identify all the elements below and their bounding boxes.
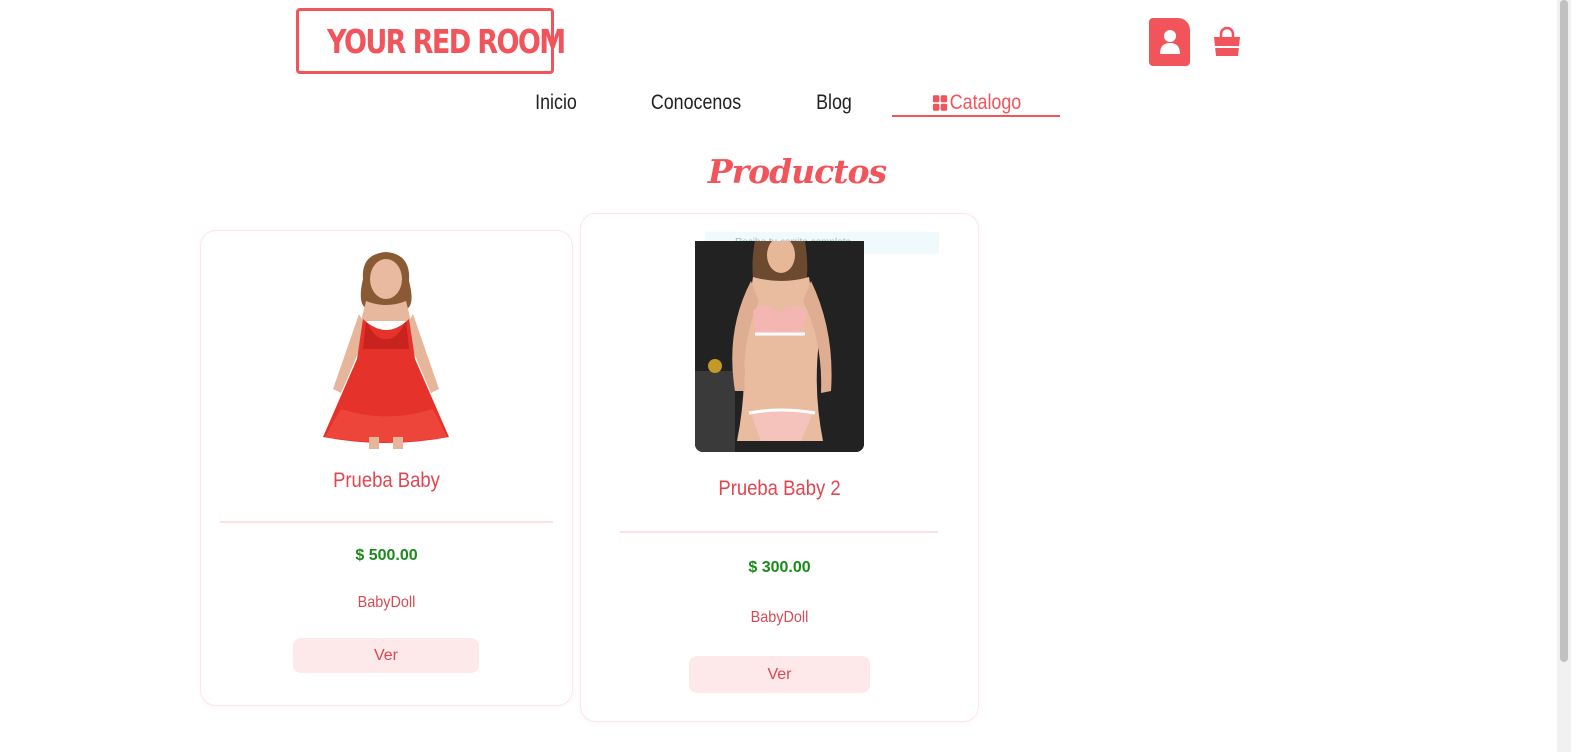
product-category[interactable]: BabyDoll: [220, 594, 554, 612]
cart-button[interactable]: [1211, 26, 1243, 58]
product-category[interactable]: BabyDoll: [601, 609, 958, 627]
nav-blog[interactable]: Blog: [810, 88, 858, 118]
view-product-button[interactable]: Ver: [293, 638, 479, 673]
product-card[interactable]: Recibe tu carrito completa Prueba Baby 2…: [580, 213, 979, 722]
product-name[interactable]: Prueba Baby: [223, 469, 549, 493]
nav-inicio[interactable]: Inicio: [525, 88, 586, 118]
brand-logo[interactable]: YOUR RED ROOM: [296, 8, 566, 74]
nav-catalogo-label: Catalogo: [949, 91, 1022, 114]
active-nav-underline: [892, 115, 1060, 117]
card-divider: [620, 531, 938, 533]
account-button[interactable]: [1149, 18, 1190, 66]
product-image[interactable]: [311, 249, 461, 449]
user-icon: [1159, 30, 1180, 54]
scrollbar-thumb[interactable]: [1560, 0, 1568, 662]
product-price: $ 500.00: [355, 547, 418, 564]
product-name[interactable]: Prueba Baby 2: [605, 477, 954, 501]
view-product-button[interactable]: Ver: [689, 656, 870, 693]
product-price: $ 300.00: [748, 559, 811, 576]
grid-icon: [932, 95, 948, 111]
nav-catalogo[interactable]: Catalogo: [932, 88, 1022, 118]
product-image[interactable]: [695, 241, 864, 452]
brand-name: YOUR RED ROOM: [327, 21, 566, 61]
main-nav: Inicio Conocenos Blog Catalogo: [0, 88, 1594, 122]
page-title: Productos: [707, 152, 887, 191]
card-divider: [220, 521, 553, 523]
shopping-bag-icon: [1214, 26, 1240, 56]
product-card[interactable]: Prueba Baby $ 500.00 BabyDoll Ver: [200, 230, 573, 706]
nav-conocenos[interactable]: Conocenos: [650, 88, 742, 118]
